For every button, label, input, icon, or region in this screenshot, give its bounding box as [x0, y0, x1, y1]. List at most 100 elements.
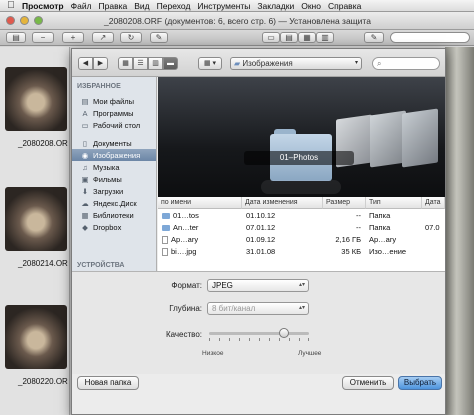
- libraries-icon: ▦: [81, 210, 89, 220]
- cover-flow-view-icon[interactable]: ▬: [163, 57, 178, 70]
- quality-low-label: Низкое: [202, 350, 224, 357]
- format-popup[interactable]: JPEG ▴▾: [207, 279, 309, 292]
- apple-menu-icon[interactable]: : [0, 0, 22, 11]
- column-header-name[interactable]: по имени: [158, 197, 242, 209]
- dropbox-icon: ◆: [82, 222, 88, 232]
- search-field[interactable]: [390, 32, 470, 43]
- menu-help[interactable]: Справка: [328, 0, 368, 11]
- coverflow-item[interactable]: [370, 110, 406, 168]
- menu-window[interactable]: Окно: [301, 0, 328, 11]
- sidebar-item[interactable]: ◉ Изображения: [72, 149, 156, 161]
- folder-icon: [162, 213, 170, 220]
- chevron-down-icon: ▾: [354, 60, 358, 66]
- cell-name: 01…tos: [162, 210, 199, 222]
- arrange-menu-icon[interactable]: ▦ ▾: [198, 57, 222, 70]
- file-name: Ap…ary: [171, 235, 199, 244]
- view-mode-button-4[interactable]: ▥: [316, 32, 334, 43]
- format-value: JPEG: [212, 281, 233, 290]
- close-window-icon[interactable]: [6, 16, 15, 25]
- search-icon: ⌕: [377, 59, 382, 68]
- sidebar-item-label: Яндекс.Диск: [93, 198, 137, 208]
- file-list: по имени Дата изменения Размер Тип Дата …: [158, 197, 445, 271]
- sidebar-item[interactable]: ▦ Библиотеки: [72, 209, 156, 221]
- depth-value: 8 бит/канал: [212, 304, 256, 313]
- rotate-button[interactable]: ↻: [120, 32, 142, 43]
- toolbar-edit-button[interactable]: ✎: [364, 32, 384, 43]
- document-image: [445, 47, 474, 415]
- menu-edit[interactable]: Правка: [99, 0, 135, 11]
- sidebar-item[interactable]: ▤ Мои файлы: [72, 95, 156, 107]
- format-label: Формат:: [171, 281, 202, 290]
- cell-date: 01.10.12: [246, 211, 276, 220]
- table-row[interactable]: bi….jpg 31.01.08 35 КБ Изо…ение: [158, 246, 445, 258]
- menu-app-preview[interactable]: Просмотр: [22, 0, 71, 11]
- menu-go[interactable]: Переход: [157, 0, 198, 11]
- column-header-type[interactable]: Тип: [366, 197, 422, 209]
- coverflow-item[interactable]: [402, 108, 438, 168]
- forward-icon[interactable]: ▶: [93, 57, 108, 70]
- menu-view[interactable]: Вид: [134, 0, 156, 11]
- annotate-button[interactable]: ✎: [150, 32, 168, 43]
- table-row[interactable]: An…ter 07.01.12 -- Папка 07.0: [158, 222, 445, 234]
- quality-slider[interactable]: [209, 328, 309, 348]
- sidebar-item[interactable]: ◆ Dropbox: [72, 221, 156, 233]
- icon-view-icon[interactable]: ▦: [118, 57, 133, 70]
- depth-popup[interactable]: 8 бит/канал ▴▾: [207, 302, 309, 315]
- cell-date: 07.01.12: [246, 223, 276, 232]
- sidebar-item[interactable]: ⬇ Загрузки: [72, 185, 156, 197]
- desktop-icon: ▭: [81, 120, 89, 130]
- sidebar-item[interactable]: ▭ Рабочий стол: [72, 119, 156, 131]
- thumbnail-image-2[interactable]: [5, 187, 67, 251]
- sidebar-item-label: Мои файлы: [93, 96, 135, 106]
- sidebar-item[interactable]: ▯ Документы: [72, 137, 156, 149]
- location-popup[interactable]: ▰ Изображения ▾: [230, 57, 362, 70]
- menu-bookmarks[interactable]: Закладки: [257, 0, 301, 11]
- zoom-out-button[interactable]: −: [32, 32, 54, 43]
- sidebar-item[interactable]: ☁ Яндекс.Диск: [72, 197, 156, 209]
- sidebar-item-label: Библиотеки: [93, 210, 134, 220]
- sidebar-item-label: Dropbox: [93, 222, 122, 232]
- table-row[interactable]: 01…tos 01.10.12 -- Папка: [158, 210, 445, 222]
- column-header-size[interactable]: Размер: [323, 197, 366, 209]
- list-view-icon[interactable]: ☰: [133, 57, 148, 70]
- zoom-in-button[interactable]: +: [62, 32, 84, 43]
- file-name: An…ter: [173, 223, 199, 232]
- zoom-window-icon[interactable]: [34, 16, 43, 25]
- view-mode-button-3[interactable]: ▦: [298, 32, 316, 43]
- table-row[interactable]: Ap…ary 01.09.12 2,16 ГБ Ap…ary: [158, 234, 445, 246]
- share-button[interactable]: ↗: [92, 32, 114, 43]
- cancel-button[interactable]: Отменить: [342, 376, 394, 390]
- quality-high-label: Лучшее: [298, 350, 322, 357]
- menu-tools[interactable]: Инструменты: [197, 0, 257, 11]
- view-mode-button-1[interactable]: ▭: [262, 32, 280, 43]
- thumbnail-label-3: _2080220.OR: [18, 377, 68, 386]
- folder-icon: [162, 225, 170, 232]
- choose-button[interactable]: Выбрать: [398, 376, 442, 390]
- column-header-date2[interactable]: Дата: [422, 197, 445, 209]
- thumbnail-image-1[interactable]: [5, 67, 67, 131]
- window-toolbar: ▤ − + ↗ ↻ ✎ ▭ ▤ ▦ ▥ ✎: [0, 30, 474, 46]
- view-mode-button-2[interactable]: ▤: [280, 32, 298, 43]
- slider-knob[interactable]: [279, 328, 289, 338]
- yandex-disk-icon: ☁: [81, 198, 89, 208]
- sidebar-item[interactable]: ▣ Фильмы: [72, 173, 156, 185]
- window-title: _2080208.ORF (документов: 6, всего стр. …: [104, 16, 371, 26]
- column-header-date[interactable]: Дата изменения: [242, 197, 323, 209]
- sidebar-toggle-button[interactable]: ▤: [6, 32, 26, 43]
- sidebar-item[interactable]: A Программы: [72, 107, 156, 119]
- back-icon[interactable]: ◀: [78, 57, 93, 70]
- sidebar-item-label: Изображения: [93, 150, 141, 160]
- music-icon: ♫: [82, 162, 88, 172]
- dialog-sidebar: ИЗБРАННОЕ ▤ Мои файлы A Программы ▭ Рабочий с…: [72, 77, 157, 271]
- minimize-window-icon[interactable]: [20, 16, 29, 25]
- cell-size: --: [356, 223, 361, 232]
- column-view-icon[interactable]: ▥: [148, 57, 163, 70]
- cell-size: --: [356, 211, 361, 220]
- sidebar-section-devices: УСТРОЙСТВА: [77, 262, 125, 269]
- thumbnail-image-3[interactable]: [5, 305, 67, 369]
- dialog-search-field[interactable]: ⌕: [372, 57, 440, 70]
- cell-type: Ap…ary: [369, 235, 397, 244]
- new-folder-button[interactable]: Новая папка: [77, 376, 139, 390]
- sidebar-item[interactable]: ♫ Музыка: [72, 161, 156, 173]
- menu-file[interactable]: Файл: [71, 0, 99, 11]
